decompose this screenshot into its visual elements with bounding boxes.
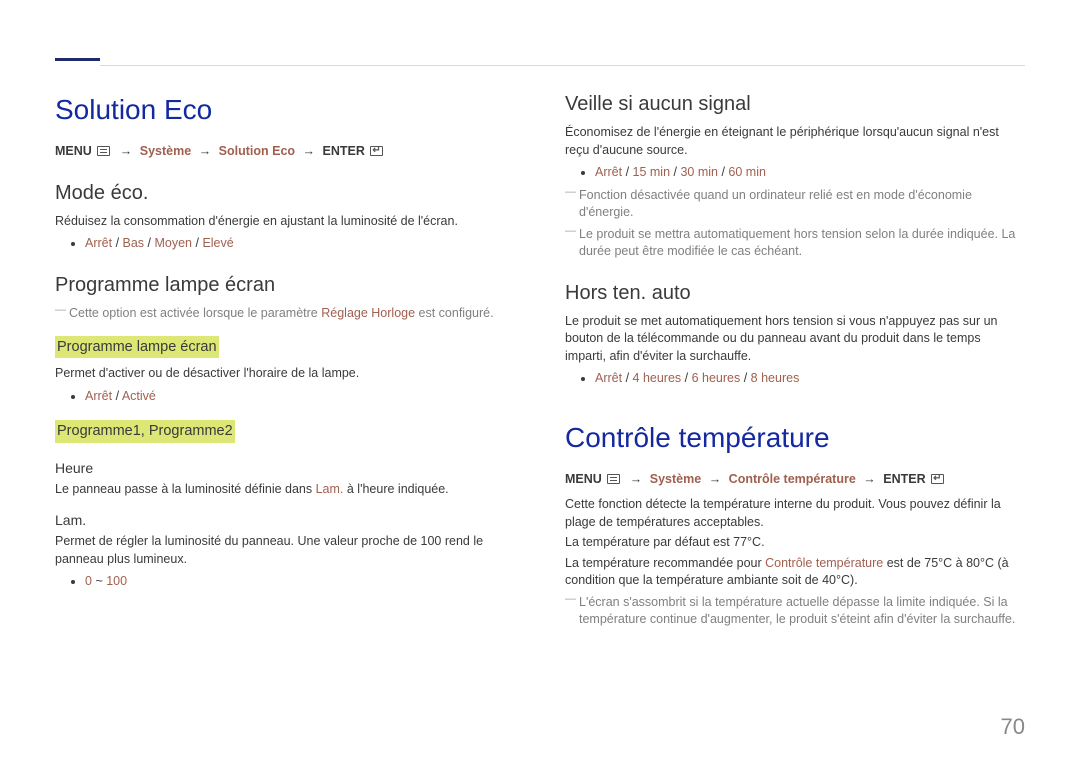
opt: Activé (122, 389, 156, 403)
desc-mode-eco: Réduisez la consommation d'énergie en aj… (55, 213, 515, 231)
desc-lam: Permet de régler la luminosité du pannea… (55, 533, 515, 568)
desc-temp-1: Cette fonction détecte la température in… (565, 496, 1025, 531)
options-standby: Arrêt / 15 min / 30 min / 60 min (565, 164, 1025, 182)
text: à l'heure indiquée. (343, 482, 448, 496)
page-number: 70 (1001, 712, 1025, 743)
menu-icon (607, 474, 620, 484)
opt: Moyen (154, 236, 192, 250)
opt: 15 min (633, 165, 671, 179)
breadcrumb-step-2: Solution Eco (219, 144, 295, 158)
note-standby-2: Le produit se mettra automatiquement hor… (579, 226, 1025, 261)
opt: 4 heures (633, 371, 682, 385)
options-auto-off: Arrêt / 4 heures / 6 heures / 8 heures (565, 370, 1025, 388)
menu-icon (97, 146, 110, 156)
highlight: Contrôle température (765, 556, 883, 570)
arrow-icon: → (863, 472, 876, 486)
enter-icon (931, 474, 944, 484)
option-row: Arrêt / 4 heures / 6 heures / 8 heures (595, 370, 1025, 388)
heading-lam: Lam. (55, 511, 515, 531)
opt: 60 min (728, 165, 766, 179)
section-title-eco: Solution Eco (55, 90, 515, 129)
option-row: 0 ~ 100 (85, 573, 515, 591)
breadcrumb-enter-label: ENTER (323, 144, 365, 158)
opt: 0 (85, 574, 92, 588)
heading-lamp-schedule: Programme lampe écran (55, 271, 515, 299)
content-columns: Solution Eco MENU → Système → Solution E… (55, 90, 1025, 633)
note-highlight: Réglage Horloge (321, 306, 415, 320)
breadcrumb-eco: MENU → Système → Solution Eco → ENTER (55, 143, 515, 161)
options-lamp-toggle: Arrêt / Activé (55, 388, 515, 406)
breadcrumb-menu-label: MENU (55, 144, 92, 158)
note-text: Cette option est activée lorsque le para… (69, 306, 321, 320)
opt: Arrêt (595, 165, 622, 179)
subheading-lamp-schedule: Programme lampe écran (55, 336, 219, 358)
desc-auto-off: Le produit se met automatiquement hors t… (565, 313, 1025, 366)
arrow-icon: → (709, 472, 722, 486)
opt: Arrêt (595, 371, 622, 385)
desc-heure: Le panneau passe à la luminosité définie… (55, 481, 515, 499)
desc-standby: Économisez de l'énergie en éteignant le … (565, 124, 1025, 159)
opt: 8 heures (751, 371, 800, 385)
desc-lamp-toggle: Permet d'activer ou de désactiver l'hora… (55, 365, 515, 383)
range-sep: ~ (95, 574, 102, 588)
right-column: Veille si aucun signal Économisez de l'é… (565, 90, 1025, 633)
breadcrumb-enter-label: ENTER (883, 472, 925, 486)
breadcrumb-step-2: Contrôle température (729, 472, 856, 486)
breadcrumb-step-1: Système (650, 472, 701, 486)
options-lam-range: 0 ~ 100 (55, 573, 515, 591)
accent-bar (55, 58, 100, 61)
note-text: est configuré. (415, 306, 494, 320)
note-standby-1: Fonction désactivée quand un ordinateur … (579, 187, 1025, 222)
highlight: Lam. (316, 482, 344, 496)
heading-standby: Veille si aucun signal (565, 90, 1025, 118)
top-divider (100, 65, 1025, 66)
subheading-programme: Programme1, Programme2 (55, 420, 235, 442)
arrow-icon: → (630, 472, 643, 486)
option-row: Arrêt / Bas / Moyen / Elevé (85, 235, 515, 253)
opt: Bas (123, 236, 145, 250)
heading-auto-off: Hors ten. auto (565, 279, 1025, 307)
note-temp: L'écran s'assombrit si la température ac… (579, 594, 1025, 629)
arrow-icon: → (199, 144, 212, 158)
opt: 6 heures (692, 371, 741, 385)
opt: Arrêt (85, 236, 112, 250)
heading-mode-eco: Mode éco. (55, 179, 515, 207)
note-lamp-schedule: Cette option est activée lorsque le para… (69, 305, 515, 323)
option-row: Arrêt / Activé (85, 388, 515, 406)
opt: Arrêt (85, 389, 112, 403)
enter-icon (370, 146, 383, 156)
opt: 30 min (680, 165, 718, 179)
heading-heure: Heure (55, 459, 515, 479)
option-row: Arrêt / 15 min / 30 min / 60 min (595, 164, 1025, 182)
desc-temp-2: La température par défaut est 77°C. (565, 534, 1025, 552)
options-mode-eco: Arrêt / Bas / Moyen / Elevé (55, 235, 515, 253)
text: La température recommandée pour (565, 556, 765, 570)
opt: Elevé (202, 236, 233, 250)
section-title-temperature: Contrôle température (565, 418, 1025, 457)
arrow-icon: → (303, 144, 316, 158)
text: Le panneau passe à la luminosité définie… (55, 482, 316, 496)
left-column: Solution Eco MENU → Système → Solution E… (55, 90, 515, 633)
breadcrumb-temperature: MENU → Système → Contrôle température → … (565, 471, 1025, 489)
arrow-icon: → (120, 144, 133, 158)
opt: 100 (106, 574, 127, 588)
breadcrumb-step-1: Système (140, 144, 191, 158)
breadcrumb-menu-label: MENU (565, 472, 602, 486)
desc-temp-3: La température recommandée pour Contrôle… (565, 555, 1025, 590)
